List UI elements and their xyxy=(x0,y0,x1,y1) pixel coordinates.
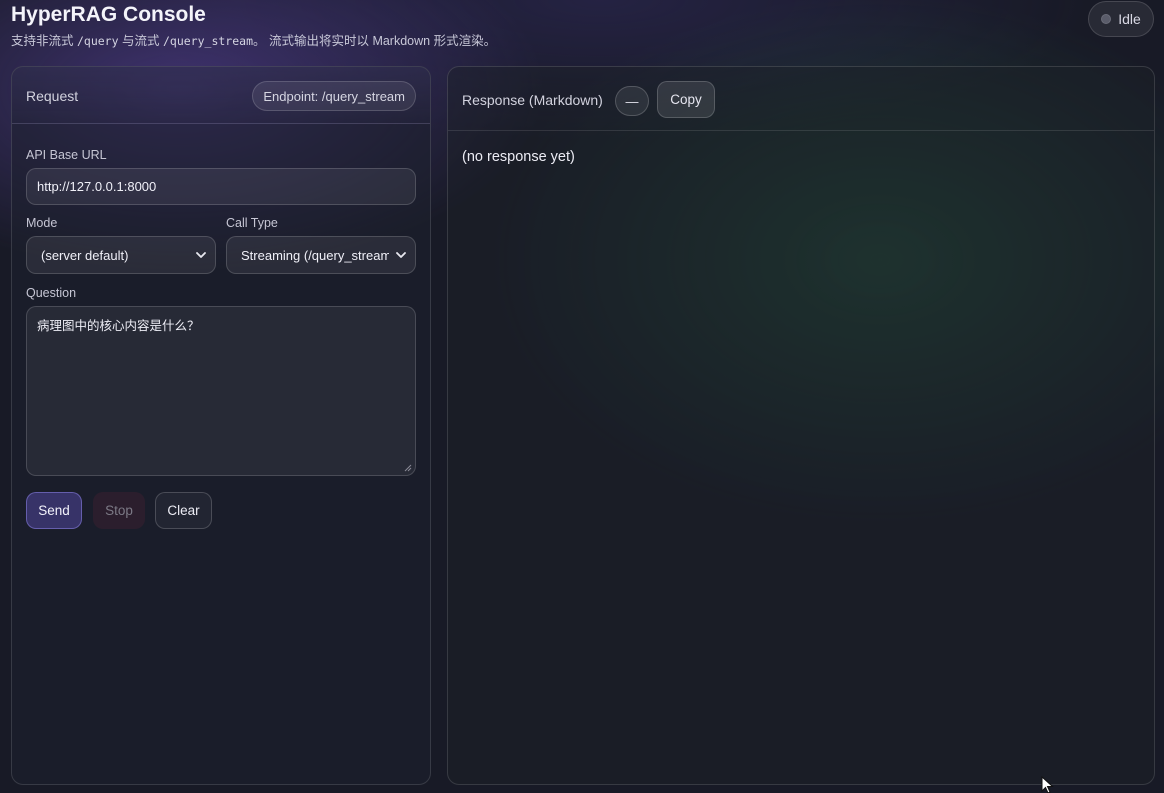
question-text: 病理图中的核心内容是什么？ xyxy=(37,318,200,333)
chevron-down-icon xyxy=(196,252,206,258)
mode-select-value: (server default) xyxy=(41,247,129,263)
subtitle-code-query: /query xyxy=(76,34,119,48)
api-base-url-input[interactable] xyxy=(26,168,416,205)
endpoint-badge: Endpoint: /query_stream xyxy=(252,81,416,111)
app-header: HyperRAG Console 支持非流式 /query 与流式 /query… xyxy=(11,2,1071,49)
app-subtitle: 支持非流式 /query 与流式 /query_stream。 流式输出将实时以… xyxy=(11,33,1071,49)
send-button[interactable]: Send xyxy=(26,492,82,529)
copy-button[interactable]: Copy xyxy=(657,81,715,118)
question-label: Question xyxy=(26,286,77,300)
subtitle-code-query-stream: /query_stream xyxy=(162,34,253,48)
clear-button[interactable]: Clear xyxy=(155,492,212,529)
api-base-url-label: API Base URL xyxy=(26,148,107,162)
stop-button[interactable]: Stop xyxy=(93,492,145,529)
request-panel-title: Request xyxy=(26,88,79,104)
question-textarea[interactable]: 病理图中的核心内容是什么？ xyxy=(26,306,416,476)
status-badge: Idle xyxy=(1088,1,1154,37)
status-dot-icon xyxy=(1101,14,1112,24)
mouse-cursor-icon xyxy=(1041,776,1054,793)
resize-handle-icon[interactable] xyxy=(404,464,412,472)
chevron-down-icon xyxy=(396,252,406,258)
response-body: (no response yet) xyxy=(462,149,575,165)
request-panel-header: Request Endpoint: /query_stream xyxy=(12,67,430,124)
call-type-select[interactable]: Streaming (/query_stream) xyxy=(226,236,416,274)
subtitle-mid: 与流式 xyxy=(118,34,163,48)
call-type-label: Call Type xyxy=(226,216,278,230)
mode-select[interactable]: (server default) xyxy=(26,236,216,274)
subtitle-prefix: 支持非流式 xyxy=(11,34,77,48)
app-title: HyperRAG Console xyxy=(11,3,206,26)
status-label: Idle xyxy=(1118,11,1141,27)
request-panel: Request Endpoint: /query_stream API Base… xyxy=(11,66,431,785)
status-dash-button[interactable]: — xyxy=(615,86,649,116)
response-panel-header: Response (Markdown) — Copy xyxy=(448,67,1154,131)
subtitle-suffix: 。 流式输出将实时以 Markdown 形式渲染。 xyxy=(253,34,497,48)
response-panel: Response (Markdown) — Copy (no response … xyxy=(447,66,1155,785)
mode-label: Mode xyxy=(26,216,58,230)
response-panel-title: Response (Markdown) xyxy=(462,92,603,108)
call-type-select-value: Streaming (/query_stream) xyxy=(241,247,389,263)
